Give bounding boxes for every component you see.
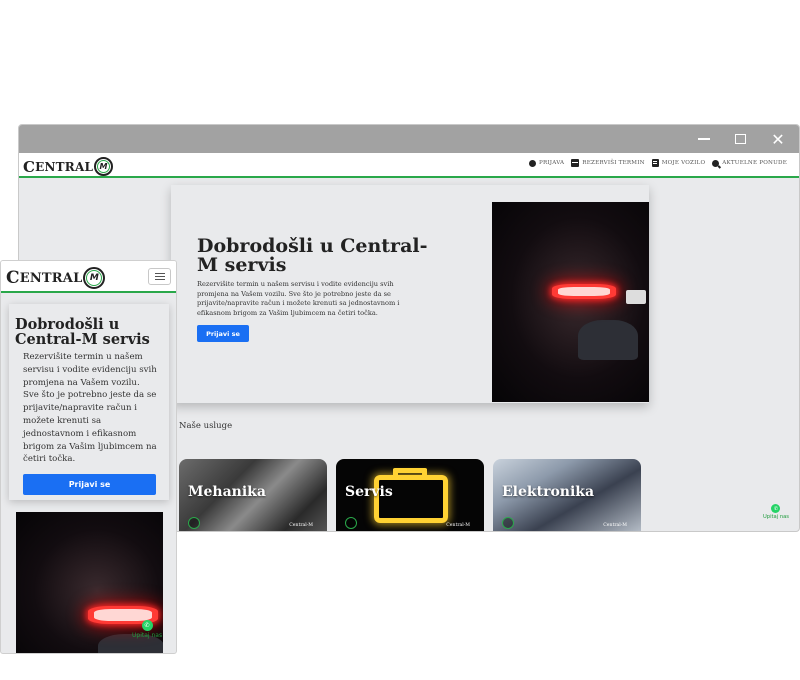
top-navbar: C ENTRAL M PRIJAVA REZERVIŠI TERMIN MOJE … [19, 153, 799, 178]
services-heading: Naše usluge [179, 421, 233, 431]
nav-links: PRIJAVA REZERVIŠI TERMIN MOJE VOZILO AKT… [529, 159, 787, 167]
service-card-servis[interactable]: Servis Central-M [336, 459, 484, 531]
central-m-small-logo-icon [345, 517, 357, 529]
nav-item-rezervisi-termin[interactable]: REZERVIŠI TERMIN [571, 159, 645, 167]
service-card-mehanika[interactable]: Mehanika Central-M [179, 459, 327, 531]
maximize-icon [734, 134, 746, 144]
login-button[interactable]: Prijavi se [197, 325, 249, 342]
hamburger-menu-button[interactable] [148, 268, 171, 285]
service-card-title: Elektronika [502, 484, 595, 500]
central-m-small-logo-icon [188, 517, 200, 529]
services-cards: Mehanika Central-M Servis Central-M Elek… [179, 459, 641, 531]
hero-title: Dobrodošli u Central-M servis [197, 235, 428, 276]
mobile-navbar: C ENTRAL M [1, 261, 176, 293]
window-titlebar: ✕ [19, 125, 799, 153]
minimize-icon [698, 138, 710, 140]
service-card-elektronika[interactable]: Elektronika Central-M [493, 459, 641, 531]
close-button[interactable]: ✕ [761, 125, 795, 153]
nav-item-moje-vozilo[interactable]: MOJE VOZILO [651, 159, 706, 167]
m-badge-icon: M [94, 157, 114, 176]
mobile-whatsapp-chat-button[interactable]: ✆ Upitaj nas [132, 620, 162, 639]
mobile-login-button[interactable]: Prijavi se [23, 474, 156, 495]
central-m-logo[interactable]: C ENTRAL M [6, 267, 106, 289]
calendar-icon [571, 159, 580, 167]
central-m-small-logo-icon [502, 517, 514, 529]
document-icon [651, 159, 659, 167]
login-icon [529, 159, 536, 167]
m-badge-icon: M [83, 267, 106, 289]
service-card-brand: Central-M [446, 523, 470, 528]
close-icon: ✕ [771, 129, 785, 149]
service-card-brand: Central-M [289, 523, 313, 528]
central-m-logo[interactable]: C ENTRAL M [23, 157, 114, 176]
hero-description: Rezervišite termin u našem servisu i vod… [197, 280, 400, 317]
maximize-button[interactable] [723, 125, 757, 153]
car-taillight-photo [492, 202, 649, 402]
mobile-preview-window: C ENTRAL M Dobrodošli u Central-M servis … [0, 260, 177, 654]
hero-card: Dobrodošli u Central-M servis Rezervišit… [171, 185, 649, 403]
mobile-hero-description: Rezervišite termin u našem servisu i vod… [23, 352, 157, 465]
whatsapp-icon: ✆ [141, 620, 153, 631]
search-icon [712, 159, 720, 167]
nav-item-aktuelne-ponude[interactable]: AKTUELNE PONUDE [712, 159, 787, 167]
hero-text: Dobrodošli u Central-M servis Rezervišit… [197, 237, 447, 342]
service-card-title: Servis [345, 484, 393, 500]
whatsapp-chat-button[interactable]: ✆ Upitaj nas [763, 504, 789, 520]
nav-item-prijava[interactable]: PRIJAVA [529, 159, 564, 167]
mobile-hero-title: Dobrodošli u Central-M servis [15, 316, 150, 348]
service-card-brand: Central-M [603, 523, 627, 528]
whatsapp-icon: ✆ [771, 504, 781, 513]
service-card-title: Mehanika [188, 484, 266, 500]
minimize-button[interactable] [687, 125, 721, 153]
